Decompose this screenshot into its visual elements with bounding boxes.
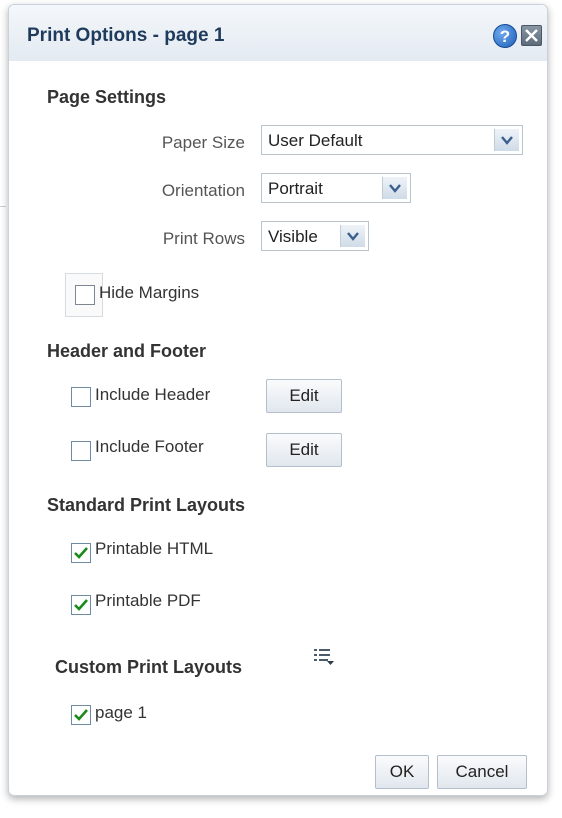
chevron-down-icon[interactable]	[382, 177, 407, 199]
paper-size-label: Paper Size	[161, 133, 245, 152]
standard-layouts-heading: Standard Print Layouts	[47, 495, 246, 515]
print-rows-select[interactable]: Visible	[261, 221, 369, 251]
cancel-button[interactable]: Cancel	[437, 755, 527, 789]
include-header-checkbox[interactable]	[71, 387, 91, 407]
print-rows-value: Visible	[268, 227, 318, 246]
include-footer-checkbox[interactable]	[71, 441, 91, 461]
header-footer-heading: Header and Footer	[47, 341, 207, 361]
page-edge-tick	[0, 206, 6, 207]
hide-margins-checkbox[interactable]	[75, 285, 95, 305]
paper-size-select[interactable]: User Default	[261, 125, 523, 155]
dialog-titlebar: Print Options - page 1 ?	[9, 5, 547, 61]
custom-layouts-heading: Custom Print Layouts	[55, 657, 243, 677]
printable-html-checkbox[interactable]	[71, 543, 91, 563]
header-edit-button[interactable]: Edit	[266, 379, 342, 413]
custom-layout-page1-checkbox[interactable]	[71, 705, 91, 725]
chevron-down-icon[interactable]	[340, 225, 365, 247]
footer-edit-button[interactable]: Edit	[266, 433, 342, 467]
orientation-value: Portrait	[268, 179, 323, 198]
page-settings-heading: Page Settings	[47, 87, 167, 107]
orientation-select[interactable]: Portrait	[261, 173, 411, 203]
list-menu-icon[interactable]	[313, 647, 335, 672]
chevron-down-icon[interactable]	[494, 129, 519, 151]
hide-margins-label: Hide Margins	[99, 283, 200, 302]
paper-size-value: User Default	[268, 131, 363, 150]
dialog-title: Print Options - page 1	[27, 25, 225, 46]
printable-pdf-checkbox[interactable]	[71, 595, 91, 615]
include-header-label: Include Header	[95, 385, 211, 404]
printable-pdf-label: Printable PDF	[95, 591, 201, 610]
help-icon[interactable]: ?	[493, 24, 517, 48]
close-icon[interactable]	[521, 25, 542, 46]
ok-button[interactable]: OK	[375, 755, 429, 789]
printable-html-label: Printable HTML	[95, 539, 214, 558]
custom-layout-page1-label: page 1	[95, 703, 147, 722]
include-footer-label: Include Footer	[95, 437, 204, 456]
orientation-label: Orientation	[161, 181, 245, 200]
print-rows-label: Print Rows	[162, 229, 245, 248]
print-options-dialog: Print Options - page 1 ? Page Settings P…	[8, 4, 548, 796]
